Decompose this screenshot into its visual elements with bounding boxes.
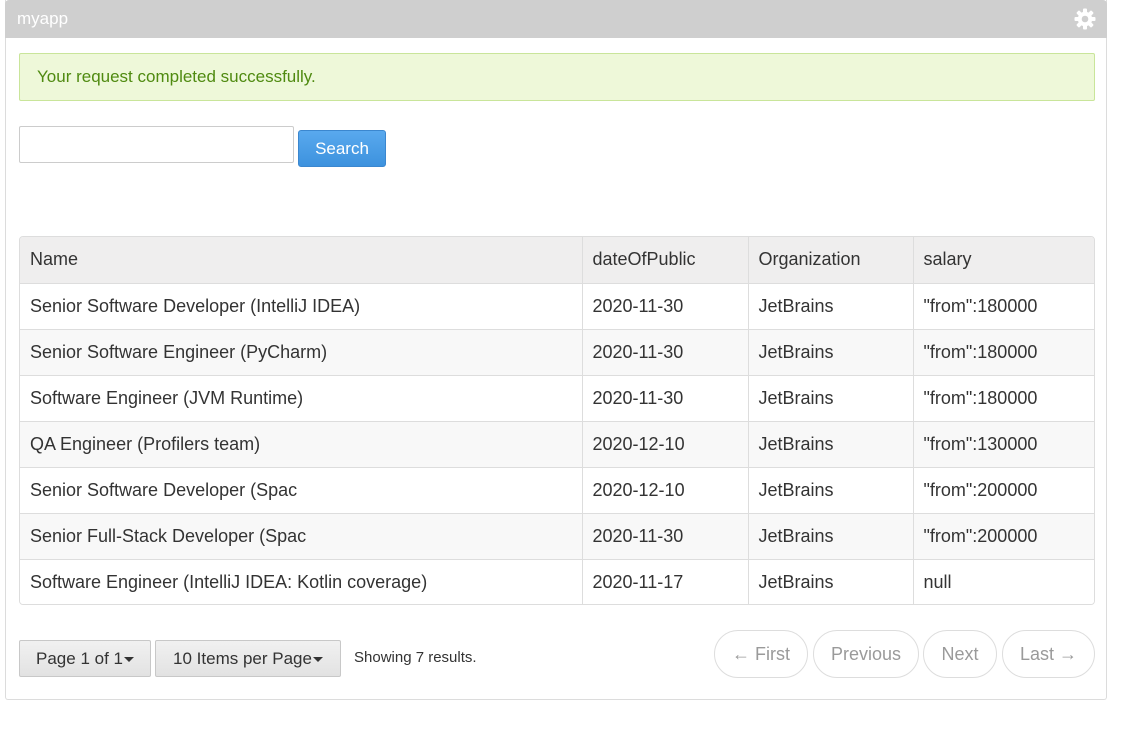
- cell-salary: "from":200000: [913, 513, 1094, 560]
- table-row[interactable]: QA Engineer (Profilers team) 2020-12-10 …: [20, 421, 1094, 468]
- cell-date: 2020-11-30: [582, 375, 749, 422]
- cell-organization: JetBrains: [748, 559, 914, 604]
- cell-date: 2020-11-30: [582, 329, 749, 376]
- cell-organization: JetBrains: [748, 513, 914, 560]
- cell-salary: "from":180000: [913, 375, 1094, 422]
- results-table: Name dateOfPublic Organization salary Se…: [19, 236, 1095, 605]
- table-row[interactable]: Senior Full-Stack Developer (Spac 2020-1…: [20, 513, 1094, 560]
- search-input[interactable]: [19, 126, 294, 163]
- cell-name: QA Engineer (Profilers team): [20, 421, 583, 468]
- cell-date: 2020-12-10: [582, 467, 749, 514]
- last-page-button[interactable]: Last →: [1002, 630, 1095, 678]
- table-row[interactable]: Senior Software Engineer (PyCharm) 2020-…: [20, 329, 1094, 376]
- caret-down-icon: [123, 656, 134, 662]
- items-per-page-dropdown[interactable]: 10 Items per Page: [155, 640, 341, 677]
- results-count: Showing 7 results.: [354, 649, 477, 666]
- cell-organization: JetBrains: [748, 467, 914, 514]
- cell-name: Senior Software Developer (Spac: [20, 467, 583, 514]
- cell-date: 2020-11-17: [582, 559, 749, 604]
- titlebar: myapp: [5, 0, 1107, 38]
- cell-salary: "from":180000: [913, 329, 1094, 376]
- caret-down-icon: [312, 656, 323, 662]
- cell-organization: JetBrains: [748, 283, 914, 330]
- column-header-salary[interactable]: salary: [913, 237, 1094, 284]
- column-header-date-of-public[interactable]: dateOfPublic: [582, 237, 749, 284]
- cell-date: 2020-11-30: [582, 283, 749, 330]
- page-select-label: Page 1 of 1: [36, 648, 123, 668]
- cell-organization: JetBrains: [748, 375, 914, 422]
- cell-organization: JetBrains: [748, 421, 914, 468]
- success-alert: Your request completed successfully.: [19, 53, 1095, 101]
- table-row[interactable]: Software Engineer (IntelliJ IDEA: Kotlin…: [20, 559, 1094, 604]
- page-select-dropdown[interactable]: Page 1 of 1: [19, 640, 151, 677]
- items-per-page-label: 10 Items per Page: [173, 648, 312, 668]
- table-row[interactable]: Senior Software Developer (Spac 2020-12-…: [20, 467, 1094, 514]
- cell-date: 2020-11-30: [582, 513, 749, 560]
- cell-salary: null: [913, 559, 1094, 604]
- previous-page-button[interactable]: Previous: [813, 630, 919, 678]
- gear-icon[interactable]: [1073, 7, 1097, 31]
- cell-organization: JetBrains: [748, 329, 914, 376]
- alert-message: Your request completed successfully.: [37, 67, 316, 86]
- cell-name: Software Engineer (JVM Runtime): [20, 375, 583, 422]
- cell-name: Senior Full-Stack Developer (Spac: [20, 513, 583, 560]
- first-page-button[interactable]: ← First: [714, 630, 808, 678]
- table-header-row: Name dateOfPublic Organization salary: [20, 237, 1094, 284]
- table-row[interactable]: Senior Software Developer (IntelliJ IDEA…: [20, 283, 1094, 330]
- column-header-organization[interactable]: Organization: [748, 237, 914, 284]
- cell-salary: "from":180000: [913, 283, 1094, 330]
- search-button[interactable]: Search: [298, 130, 386, 167]
- cell-date: 2020-12-10: [582, 421, 749, 468]
- cell-name: Software Engineer (IntelliJ IDEA: Kotlin…: [20, 559, 583, 604]
- cell-name: Senior Software Engineer (PyCharm): [20, 329, 583, 376]
- cell-salary: "from":200000: [913, 467, 1094, 514]
- app-title: myapp: [17, 9, 69, 28]
- cell-name: Senior Software Developer (IntelliJ IDEA…: [20, 283, 583, 330]
- column-header-name[interactable]: Name: [20, 237, 583, 284]
- next-page-button[interactable]: Next: [923, 630, 997, 678]
- cell-salary: "from":130000: [913, 421, 1094, 468]
- table-row[interactable]: Software Engineer (JVM Runtime) 2020-11-…: [20, 375, 1094, 422]
